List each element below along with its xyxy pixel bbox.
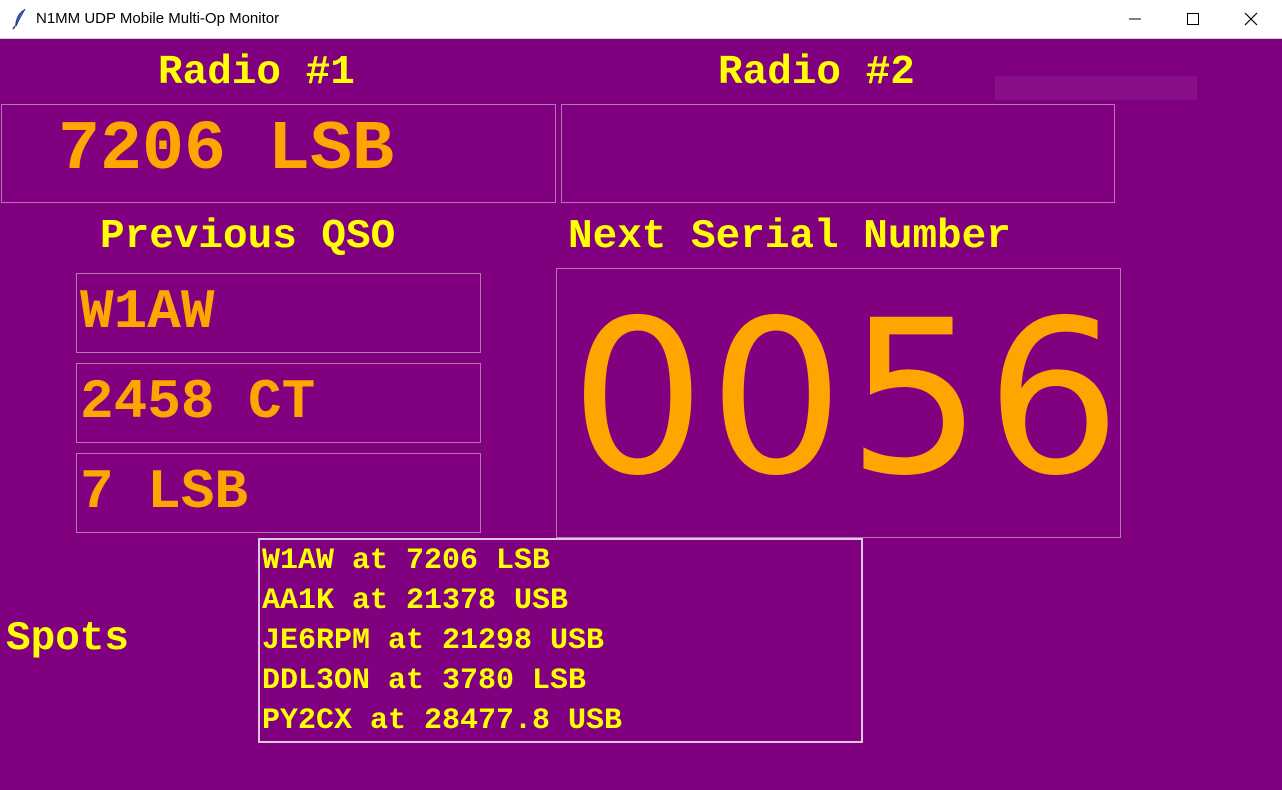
spot-item[interactable]: DDL3ON at 3780 LSB	[262, 666, 586, 696]
radio1-frequency: 7206 LSB	[58, 111, 395, 190]
minimize-button[interactable]	[1106, 0, 1164, 38]
minimize-icon	[1129, 18, 1141, 20]
ghost-overlay	[995, 76, 1197, 100]
previous-qso-band-mode: 7 LSB	[80, 460, 249, 524]
previous-qso-label: Previous QSO	[100, 214, 396, 260]
close-icon	[1244, 12, 1258, 26]
maximize-icon	[1187, 13, 1199, 25]
spot-item[interactable]: PY2CX at 28477.8 USB	[262, 706, 622, 736]
monitor-panel: Radio #1 Radio #2 7206 LSB Previous QSO …	[0, 39, 1282, 790]
radio1-frequency-box: 7206 LSB	[1, 104, 556, 203]
previous-qso-exchange-box: 2458 CT	[76, 363, 481, 443]
feather-icon	[12, 8, 28, 30]
previous-qso-exchange: 2458 CT	[80, 370, 316, 434]
spot-item[interactable]: AA1K at 21378 USB	[262, 586, 568, 616]
close-button[interactable]	[1222, 0, 1280, 38]
radio1-label: Radio #1	[158, 50, 355, 96]
spot-item[interactable]: W1AW at 7206 LSB	[262, 546, 550, 576]
next-serial-box: 0056	[556, 268, 1121, 538]
maximize-button[interactable]	[1164, 0, 1222, 38]
window-title: N1MM UDP Mobile Multi-Op Monitor	[36, 10, 280, 27]
radio2-label: Radio #2	[718, 50, 915, 96]
title-bar[interactable]: N1MM UDP Mobile Multi-Op Monitor	[0, 0, 1282, 39]
spots-list[interactable]: W1AW at 7206 LSB AA1K at 21378 USB JE6RP…	[258, 538, 863, 743]
next-serial-number: 0056	[570, 275, 1125, 523]
spot-item[interactable]: JE6RPM at 21298 USB	[262, 626, 604, 656]
previous-qso-band-box: 7 LSB	[76, 453, 481, 533]
radio2-frequency-box	[561, 104, 1115, 203]
next-serial-label: Next Serial Number	[568, 214, 1011, 260]
previous-qso-call-box: W1AW	[76, 273, 481, 353]
previous-qso-call: W1AW	[80, 280, 215, 344]
spots-label: Spots	[6, 616, 130, 662]
